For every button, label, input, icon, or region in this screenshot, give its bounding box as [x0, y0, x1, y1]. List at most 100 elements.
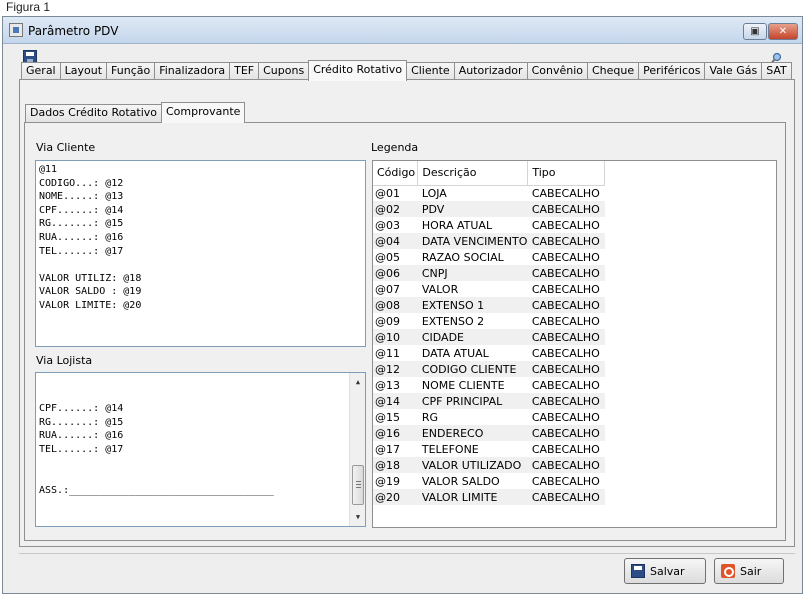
table-cell: @12 [373, 361, 418, 377]
table-row[interactable]: @05 RAZAO SOCIAL CABECALHO [373, 249, 605, 265]
via-lojista-label: Via Lojista [36, 354, 93, 367]
table-cell: @20 [373, 489, 418, 505]
table-cell: CABECALHO [531, 346, 600, 360]
scroll-down-arrow-icon[interactable]: ▼ [350, 510, 365, 524]
table-row[interactable]: @20 VALOR LIMITE CABECALHO [373, 489, 605, 505]
table-cell: RG [421, 410, 439, 424]
tab-autorizador[interactable]: Autorizador [453, 62, 528, 80]
table-row[interactable]: @04 DATA VENCIMENTO CABECALHO [373, 233, 605, 249]
table-cell: CABECALHO [531, 218, 600, 232]
scroll-up-arrow-icon[interactable]: ▲ [350, 375, 365, 389]
salvar-button[interactable]: Salvar [624, 558, 706, 584]
table-cell: @06 [373, 265, 418, 281]
window-title: Parâmetro PDV [28, 24, 119, 38]
table-cell: CODIGO CLIENTE [417, 361, 528, 377]
table-row[interactable]: @15 RG CABECALHO [373, 409, 605, 425]
table-header-row: Código Descrição Tipo [373, 161, 605, 186]
legenda-table-container[interactable]: Código Descrição Tipo @01 LOJA CABECALHO @02 P… [372, 160, 777, 528]
column-header[interactable]: Descrição [417, 161, 529, 186]
column-header[interactable]: Tipo [527, 161, 605, 186]
table-cell: @05 [375, 250, 400, 264]
sair-button[interactable]: Sair [714, 558, 784, 584]
sair-label: Sair [740, 564, 762, 578]
tab-geral[interactable]: Geral [21, 62, 61, 80]
table-row[interactable]: @19 VALOR SALDO CABECALHO [373, 473, 605, 489]
table-cell: CABECALHO [527, 201, 605, 217]
table-row[interactable]: @08 EXTENSO 1 CABECALHO [373, 297, 605, 313]
legenda-label: Legenda [371, 141, 419, 154]
table-cell: CABECALHO [527, 329, 605, 345]
table-cell: CABECALHO [531, 186, 600, 200]
table-cell: DATA ATUAL [421, 346, 489, 360]
table-row[interactable]: @03 HORA ATUAL CABECALHO [373, 217, 605, 233]
table-cell: @10 [373, 329, 418, 345]
table-cell: CIDADE [417, 329, 528, 345]
table-cell: ENDERECO [417, 425, 528, 441]
table-row[interactable]: @16 ENDERECO CABECALHO [373, 425, 605, 441]
tab-sat[interactable]: SAT [761, 62, 792, 80]
restore-button[interactable]: ▣ [743, 23, 767, 40]
table-cell: CABECALHO [531, 378, 600, 392]
table-row[interactable]: @12 CODIGO CLIENTE CABECALHO [373, 361, 605, 377]
table-cell: @08 [373, 297, 418, 313]
table-cell: @03 [375, 218, 400, 232]
figure-caption: Figura 1 [6, 0, 51, 14]
tab-cliente[interactable]: Cliente [406, 62, 455, 80]
table-cell: VALOR SALDO [421, 474, 500, 488]
table-cell: CABECALHO [527, 265, 605, 281]
table-row[interactable]: @02 PDV CABECALHO [373, 201, 605, 217]
tab-tef[interactable]: TEF [229, 62, 260, 80]
tab-cheque[interactable]: Cheque [586, 62, 640, 80]
table-cell: EXTENSO 2 [421, 314, 485, 328]
column-header[interactable]: Código [373, 161, 419, 186]
table-cell: @14 [373, 393, 418, 409]
table-cell: @13 [375, 378, 400, 392]
table-row[interactable]: @18 VALOR UTILIZADO CABECALHO [373, 457, 605, 473]
table-row[interactable]: @11 DATA ATUAL CABECALHO [373, 345, 605, 361]
subtab-dados-credito-rotativo[interactable]: Dados Crédito Rotativo [25, 104, 162, 122]
table-cell: CABECALHO [527, 361, 605, 377]
table-cell: HORA ATUAL [421, 218, 493, 232]
table-cell: CABECALHO [531, 250, 600, 264]
table-cell: VALOR LIMITE [417, 489, 528, 505]
via-lojista-textarea[interactable]: CPF......: @14 RG.......: @15 RUA......:… [35, 372, 366, 527]
table-cell: @01 [375, 186, 400, 200]
table-row[interactable]: @14 CPF PRINCIPAL CABECALHO [373, 393, 605, 409]
table-row[interactable]: @09 EXTENSO 2 CABECALHO [373, 313, 605, 329]
tab-cupons[interactable]: Cupons [258, 62, 310, 80]
main-tab-bar: Geral Layout Função Finalizadora TEF Cupons Cr… [21, 60, 792, 81]
table-cell: CABECALHO [531, 410, 600, 424]
subtab-comprovante[interactable]: Comprovante [161, 102, 246, 123]
tab-vale-gas[interactable]: Vale Gás [704, 62, 763, 80]
tab-finalizadora[interactable]: Finalizadora [154, 62, 231, 80]
tab-funcao[interactable]: Função [106, 62, 156, 80]
table-cell: DATA VENCIMENTO [417, 233, 528, 249]
tab-credito-rotativo[interactable]: Crédito Rotativo [308, 60, 408, 81]
table-cell: @02 [373, 201, 418, 217]
close-button[interactable]: ✕ [768, 23, 798, 40]
via-lojista-scrollbar[interactable]: ▲ ▼ [349, 373, 365, 526]
table-row[interactable]: @07 VALOR CABECALHO [373, 281, 605, 297]
via-lojista-text: CPF......: @14 RG.......: @15 RUA......:… [39, 403, 274, 496]
grip-icon [356, 481, 361, 482]
legenda-table: Código Descrição Tipo @01 LOJA CABECALHO @02 P… [373, 161, 605, 505]
table-cell: @17 [375, 442, 400, 456]
table-cell: CABECALHO [531, 282, 600, 296]
table-cell: NOME CLIENTE [421, 378, 505, 392]
scroll-thumb[interactable] [352, 465, 364, 505]
table-cell: CPF PRINCIPAL [417, 393, 528, 409]
via-cliente-textarea[interactable]: @11 CODIGO...: @12 NOME.....: @13 CPF...… [35, 160, 366, 347]
table-row[interactable]: @10 CIDADE CABECALHO [373, 329, 605, 345]
table-row[interactable]: @13 NOME CLIENTE CABECALHO [373, 377, 605, 393]
table-row[interactable]: @01 LOJA CABECALHO [373, 185, 605, 201]
table-row[interactable]: @17 TELEFONE CABECALHO [373, 441, 605, 457]
tab-convenio[interactable]: Convênio [526, 62, 588, 80]
table-cell: CABECALHO [527, 425, 605, 441]
table-row[interactable]: @06 CNPJ CABECALHO [373, 265, 605, 281]
tab-perifericos[interactable]: Periféricos [638, 62, 706, 80]
table-cell: @19 [375, 474, 400, 488]
sub-tab-bar: Dados Crédito Rotativo Comprovante [25, 102, 246, 123]
tab-layout[interactable]: Layout [59, 62, 108, 80]
table-cell: EXTENSO 1 [417, 297, 528, 313]
exit-icon [721, 564, 735, 578]
